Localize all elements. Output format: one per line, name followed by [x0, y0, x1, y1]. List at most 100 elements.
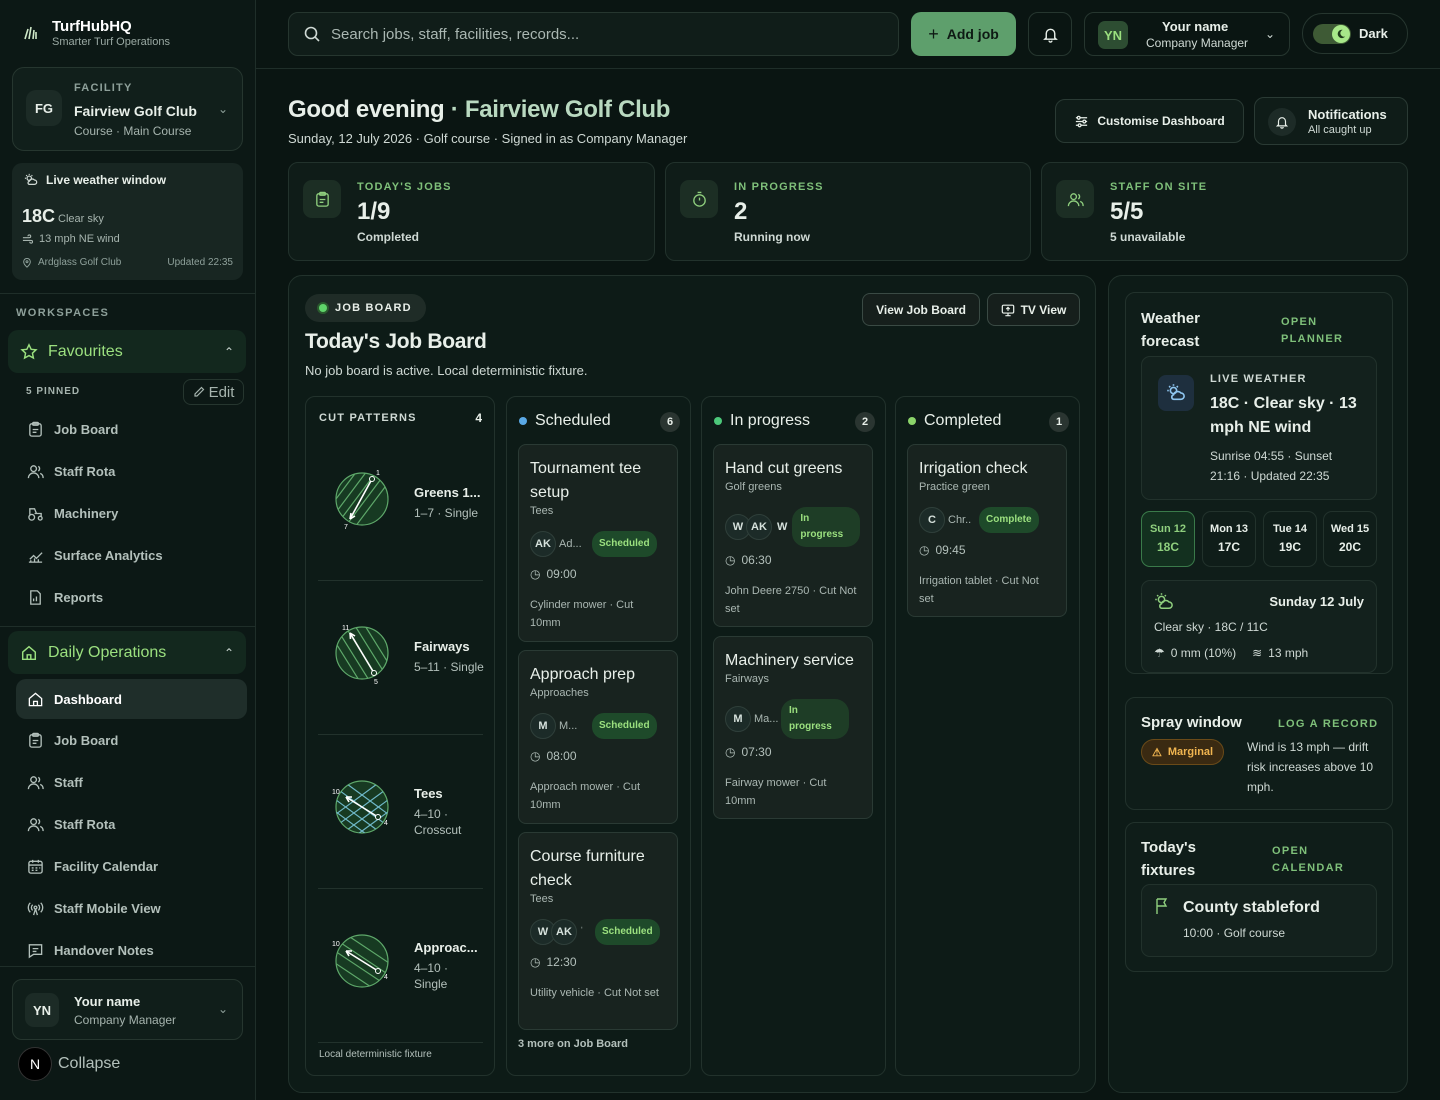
fav-item-surface-analytics[interactable]: Surface Analytics: [16, 535, 247, 575]
job-time: ◷ 07:30: [725, 745, 772, 759]
status-badge: Scheduled: [592, 713, 657, 739]
facility-switcher[interactable]: FG FACILITY Fairview Golf Club Course · …: [12, 67, 243, 151]
nav-staff[interactable]: Staff: [16, 762, 247, 802]
search-bar[interactable]: [288, 12, 899, 56]
page-title: Good evening · Fairview Golf Club: [288, 96, 670, 124]
stat-staff-on-site[interactable]: STAFF ON SITE 5/5 5 unavailable: [1041, 162, 1408, 261]
user-name: Your name: [74, 994, 141, 1009]
pattern-start-num: 1: [376, 470, 380, 477]
job-equipment: Irrigation tablet · Cut Not set: [919, 575, 1039, 605]
theme-toggle[interactable]: Dark: [1302, 13, 1408, 54]
stat-sub: 5 unavailable: [1110, 230, 1186, 244]
job-card[interactable]: Course furniture check Tees W AK ˈ Sched…: [518, 832, 678, 1030]
stat-label: STAFF ON SITE: [1110, 181, 1208, 193]
calendar-icon: [28, 859, 43, 874]
customise-dashboard-button[interactable]: Customise Dashboard: [1055, 99, 1244, 143]
job-card[interactable]: Approach prep Approaches M M... Schedule…: [518, 650, 678, 824]
cut-pattern-item[interactable]: 11 5 Fairways 5–11 · Single: [318, 581, 484, 735]
chevron-down-icon: ⌄: [217, 1002, 228, 1016]
fav-item-staff-rota[interactable]: Staff Rota: [16, 451, 247, 491]
cut-pattern-item[interactable]: 10 4 Tees 4–10 · Crosscut: [318, 735, 483, 889]
view-job-board-button[interactable]: View Job Board: [862, 293, 980, 326]
day-detail-metrics: ☂ 0 mm (10%) ≋ 13 mph: [1154, 646, 1308, 660]
job-assignees: W AK ˈ Scheduled: [530, 919, 660, 945]
live-weather-window[interactable]: Live weather window 18C Clear sky 13 mph …: [12, 163, 243, 280]
add-job-button[interactable]: + Add job: [911, 12, 1016, 56]
nav-staff-rota[interactable]: Staff Rota: [16, 804, 247, 844]
job-card[interactable]: Irrigation check Practice green C Chr...…: [907, 444, 1067, 617]
chevron-down-icon: ⌄: [1264, 27, 1275, 41]
stat-todays-jobs[interactable]: TODAY'S JOBS 1/9 Completed: [288, 162, 655, 261]
nav-facility-calendar[interactable]: Facility Calendar: [16, 846, 247, 886]
avatar: AK: [530, 531, 556, 557]
stat-in-progress[interactable]: IN PROGRESS 2 Running now: [665, 162, 1031, 261]
notifications-button[interactable]: [1028, 12, 1072, 56]
pin-icon: [23, 257, 31, 268]
cut-patterns-panel: CUT PATTERNS 4 1 7 Greens 1... 1–7 · Sin…: [305, 396, 495, 1076]
nav-handover-notes[interactable]: Handover Notes: [16, 930, 247, 970]
status-badge: Scheduled: [595, 919, 660, 945]
fav-item-label: Job Board: [54, 421, 119, 437]
view-job-board-label: View Job Board: [876, 302, 966, 317]
live-dot-icon: [319, 304, 327, 312]
open-calendar-link[interactable]: OPEN CALENDAR: [1272, 843, 1352, 877]
status-dot-icon: [519, 417, 527, 425]
nav-dashboard[interactable]: Dashboard: [16, 679, 247, 719]
nav-job-board[interactable]: Job Board: [16, 720, 247, 760]
job-time-value: 06:30: [741, 553, 772, 567]
fav-item-label: Surface Analytics: [54, 547, 163, 563]
sidebar-divider: [0, 626, 256, 627]
facility-name: Fairview Golf Club: [74, 103, 197, 119]
stat-label: IN PROGRESS: [734, 181, 824, 193]
forecast-day[interactable]: Wed 15 20C: [1323, 511, 1377, 567]
facility-avatar: FG: [26, 90, 62, 126]
tv-view-button[interactable]: TV View: [987, 293, 1080, 326]
status-badge: In progress: [781, 699, 849, 739]
cut-pattern-name: Tees: [414, 786, 443, 801]
fav-item-machinery[interactable]: Machinery: [16, 493, 247, 533]
job-card[interactable]: Hand cut greens Golf greens W AK W In pr…: [713, 444, 873, 627]
facility-sub: Course · Main Course: [74, 124, 192, 138]
brand-tagline: Smarter Turf Operations: [52, 36, 170, 48]
forecast-day[interactable]: Mon 13 17C: [1202, 511, 1256, 567]
fav-item-reports[interactable]: Reports: [16, 577, 247, 617]
job-title: Hand cut greens: [725, 460, 843, 477]
group-favourites[interactable]: Favourites ⌃: [8, 330, 246, 373]
tractor-icon: [28, 507, 43, 521]
report-icon: [30, 589, 41, 605]
fav-item-label: Machinery: [54, 505, 119, 521]
pinned-count: 5 PINNED: [26, 386, 81, 397]
status-dot-icon: [908, 417, 916, 425]
cut-pattern-item[interactable]: 10 4 Approac... 4–10 · Single: [318, 889, 483, 1043]
job-card[interactable]: Tournament tee setup Tees AK Ad... Sched…: [518, 444, 678, 642]
edit-favourites-button[interactable]: Edit: [183, 379, 244, 405]
greeting-facility: Fairview Golf Club: [464, 96, 671, 123]
pattern-start-num: 11: [342, 625, 349, 632]
forecast-day-temp: 19C: [1278, 540, 1301, 554]
notifications-panel-button[interactable]: Notifications All caught up: [1254, 97, 1408, 145]
group-daily-operations[interactable]: Daily Operations ⌃: [8, 631, 246, 674]
more-on-job-board-link[interactable]: 3 more on Job Board: [518, 1038, 628, 1050]
job-equipment: Cylinder mower · Cut 10mm: [530, 599, 634, 629]
cut-patterns-footer: Local deterministic fixture: [319, 1049, 432, 1060]
job-card[interactable]: Machinery service Fairways M Ma... In pr…: [713, 636, 873, 819]
user-menu[interactable]: YN Your name Company Manager ⌄: [1084, 12, 1290, 56]
collapse-button[interactable]: N Collapse: [18, 1047, 120, 1081]
open-planner-link[interactable]: OPEN PLANNER: [1281, 314, 1351, 348]
stopwatch-icon: [680, 180, 718, 218]
cut-pattern-item[interactable]: 1 7 Greens 1... 1–7 · Single: [318, 427, 483, 581]
fixture-item[interactable]: County stableford 10:00 · Golf course: [1141, 884, 1377, 957]
sidebar: TurfHubHQ Smarter Turf Operations FG FAC…: [0, 0, 256, 1100]
forecast-day[interactable]: Sun 12 18C: [1141, 511, 1195, 567]
sidebar-user-menu[interactable]: YN Your name Company Manager ⌄: [12, 979, 243, 1040]
log-record-link[interactable]: LOG A RECORD: [1278, 716, 1378, 733]
moon-icon: [1332, 24, 1350, 43]
users-icon: [27, 464, 44, 478]
brand[interactable]: TurfHubHQ Smarter Turf Operations: [20, 18, 170, 48]
mini-location-text: Ardglass Golf Club: [38, 257, 122, 268]
fav-item-job-board[interactable]: Job Board: [16, 409, 247, 449]
pencil-icon: [193, 386, 204, 397]
search-input[interactable]: [331, 25, 871, 43]
nav-staff-mobile-view[interactable]: Staff Mobile View: [16, 888, 247, 928]
forecast-day[interactable]: Tue 14 19C: [1263, 511, 1317, 567]
